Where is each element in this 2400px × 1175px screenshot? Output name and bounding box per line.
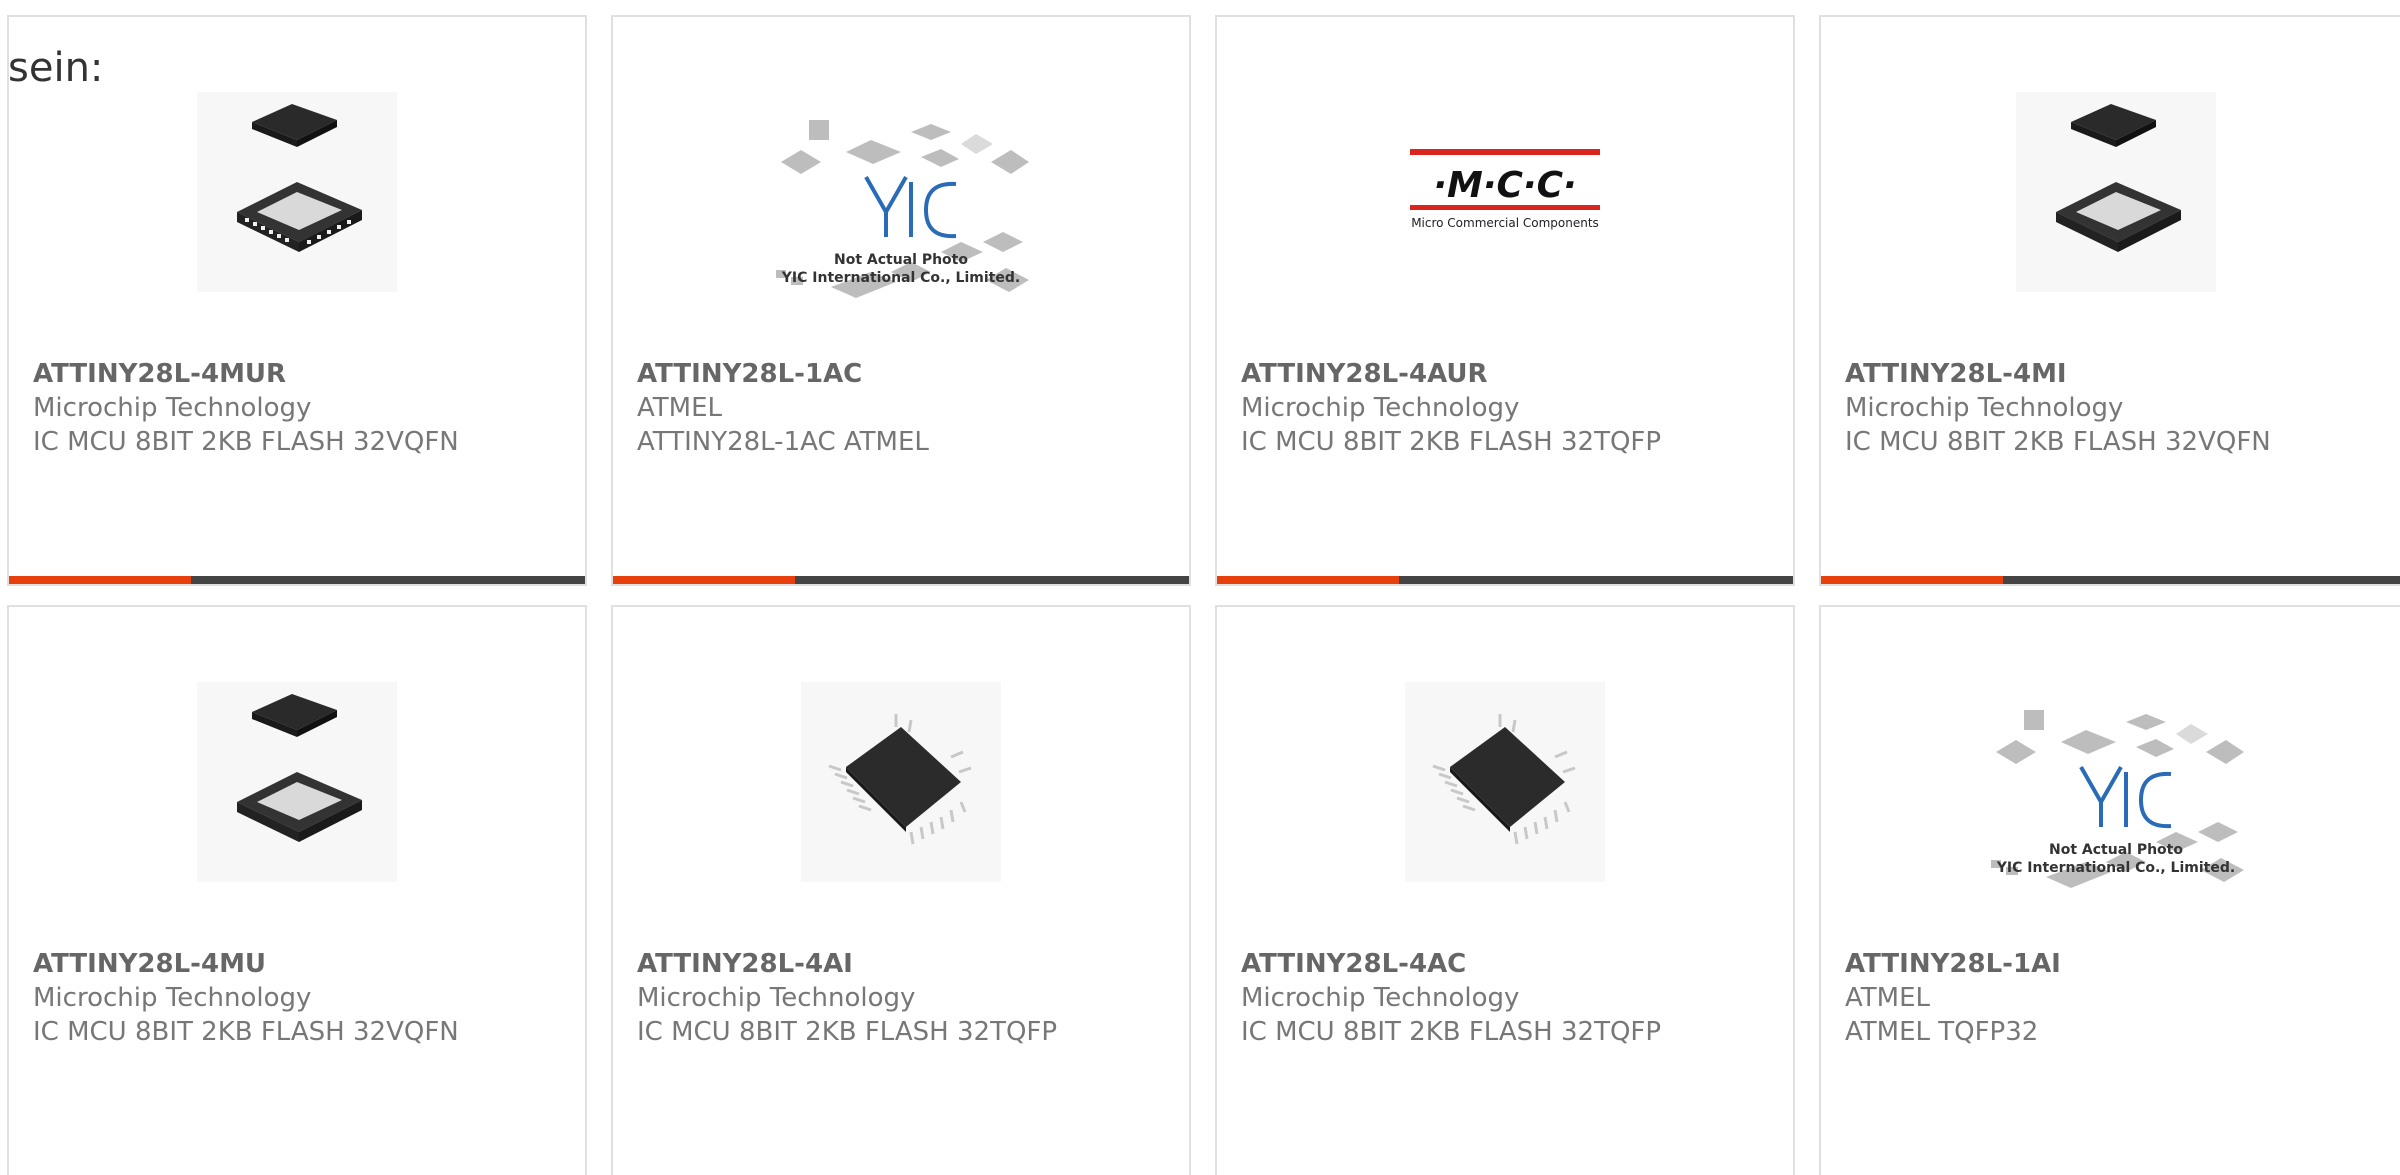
card-footer-bar: [1821, 576, 2400, 584]
part-number-link[interactable]: ATTINY28L-1AC: [637, 357, 1179, 391]
part-number-link[interactable]: ATTINY28L-4AC: [1241, 947, 1783, 981]
tqfp-chip-icon[interactable]: [1400, 677, 1610, 887]
manufacturer-name: Microchip Technology: [1241, 983, 1520, 1013]
accent-segment: [1217, 576, 1399, 584]
product-info: ATTINY28L-1AC ATMEL ATTINY28L-1AC ATMEL: [637, 357, 1179, 459]
tqfp-chip-icon[interactable]: [796, 677, 1006, 887]
product-description: IC MCU 8BIT 2KB FLASH 32TQFP: [1241, 427, 1662, 457]
vqfn-chip-icon[interactable]: [192, 87, 402, 297]
card-footer-bar: [613, 576, 1189, 584]
vqfn-chip-icon[interactable]: [2011, 87, 2221, 297]
product-description: IC MCU 8BIT 2KB FLASH 32VQFN: [33, 427, 459, 457]
manufacturer-name: Microchip Technology: [1845, 393, 2124, 423]
product-card[interactable]: ATTINY28L-4AC Microchip Technology IC MC…: [1215, 605, 1795, 1175]
product-description: IC MCU 8BIT 2KB FLASH 32TQFP: [1241, 1017, 1662, 1047]
placeholder-company: YIC International Co., Limited.: [1996, 860, 2235, 876]
manufacturer-name: ATMEL: [637, 393, 722, 423]
product-info: ATTINY28L-4AUR Microchip Technology IC M…: [1241, 357, 1783, 459]
accent-segment: [1821, 576, 2003, 584]
mcc-logo-text: ·M·C·C·: [1433, 165, 1576, 206]
part-number-link[interactable]: ATTINY28L-4MU: [33, 947, 575, 981]
mcc-logo-subtitle: Micro Commercial Components: [1411, 216, 1599, 230]
product-card[interactable]: ATTINY28L-4MU Microchip Technology IC MC…: [7, 605, 587, 1175]
product-info: ATTINY28L-4MI Microchip Technology IC MC…: [1845, 357, 2399, 459]
manufacturer-name: Microchip Technology: [33, 983, 312, 1013]
part-number-link[interactable]: ATTINY28L-4MUR: [33, 357, 575, 391]
manufacturer-name: Microchip Technology: [637, 983, 916, 1013]
part-number-link[interactable]: ATTINY28L-4MI: [1845, 357, 2399, 391]
product-description: IC MCU 8BIT 2KB FLASH 32TQFP: [637, 1017, 1058, 1047]
product-card[interactable]: Not Actual Photo YIC International Co., …: [1819, 605, 2400, 1175]
mcc-logo-icon[interactable]: ·M·C·C· Micro Commercial Components: [1395, 127, 1615, 237]
vqfn-chip-icon[interactable]: [192, 677, 402, 887]
part-number-link[interactable]: ATTINY28L-4AI: [637, 947, 1179, 981]
product-card[interactable]: ATTINY28L-4MI Microchip Technology IC MC…: [1819, 15, 2400, 586]
yic-placeholder-icon[interactable]: Not Actual Photo YIC International Co., …: [1976, 692, 2256, 932]
intro-text: sein:: [8, 45, 104, 91]
product-card[interactable]: Not Actual Photo YIC International Co., …: [611, 15, 1191, 586]
product-card[interactable]: ATTINY28L-4MUR Microchip Technology IC M…: [7, 15, 587, 586]
placeholder-company: YIC International Co., Limited.: [781, 270, 1020, 286]
part-number-link[interactable]: ATTINY28L-4AUR: [1241, 357, 1783, 391]
product-description: ATTINY28L-1AC ATMEL: [637, 427, 929, 457]
manufacturer-name: ATMEL: [1845, 983, 1930, 1013]
manufacturer-name: Microchip Technology: [33, 393, 312, 423]
product-info: ATTINY28L-4MU Microchip Technology IC MC…: [33, 947, 575, 1049]
product-description: IC MCU 8BIT 2KB FLASH 32VQFN: [33, 1017, 459, 1047]
placeholder-caption: Not Actual Photo: [2049, 842, 2183, 858]
accent-segment: [613, 576, 795, 584]
product-grid: ATTINY28L-4MUR Microchip Technology IC M…: [0, 0, 2400, 1175]
product-info: ATTINY28L-4AI Microchip Technology IC MC…: [637, 947, 1179, 1049]
product-info: ATTINY28L-1AI ATMEL ATMEL TQFP32: [1845, 947, 2399, 1049]
part-number-link[interactable]: ATTINY28L-1AI: [1845, 947, 2399, 981]
product-description: ATMEL TQFP32: [1845, 1017, 2039, 1047]
card-footer-bar: [1217, 576, 1793, 584]
yic-placeholder-icon[interactable]: Not Actual Photo YIC International Co., …: [761, 102, 1041, 342]
product-description: IC MCU 8BIT 2KB FLASH 32VQFN: [1845, 427, 2271, 457]
product-info: ATTINY28L-4MUR Microchip Technology IC M…: [33, 357, 575, 459]
accent-segment: [9, 576, 191, 584]
product-info: ATTINY28L-4AC Microchip Technology IC MC…: [1241, 947, 1783, 1049]
product-card[interactable]: ATTINY28L-4AI Microchip Technology IC MC…: [611, 605, 1191, 1175]
manufacturer-name: Microchip Technology: [1241, 393, 1520, 423]
card-footer-bar: [9, 576, 585, 584]
product-card[interactable]: ·M·C·C· Micro Commercial Components ATTI…: [1215, 15, 1795, 586]
placeholder-caption: Not Actual Photo: [834, 252, 968, 268]
